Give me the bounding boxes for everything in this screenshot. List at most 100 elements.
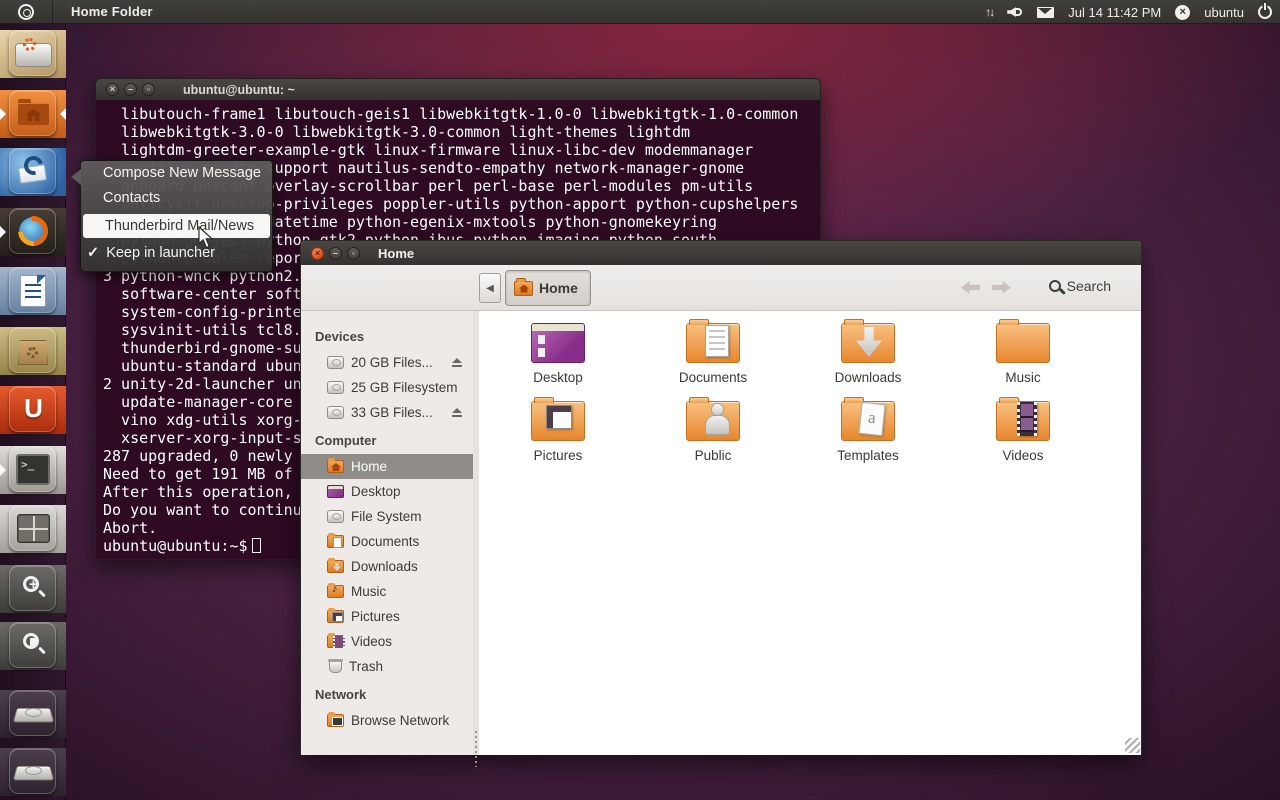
top-panel: Home Folder ↑↓ Jul 14 11:42 PM × ubuntu — [0, 0, 1280, 24]
launcher-item-disk-drive-2[interactable] — [0, 748, 66, 796]
history-nav — [961, 281, 1011, 294]
back-icon[interactable] — [961, 281, 980, 294]
sidebar-place-row[interactable]: Desktop — [301, 479, 473, 504]
disk-icon — [327, 406, 344, 419]
sidebar-place-row[interactable]: File System — [301, 504, 473, 529]
folder-item[interactable]: Music — [958, 319, 1088, 391]
folder-item[interactable]: Public — [648, 397, 778, 469]
menu-item[interactable]: Thunderbird Mail/News — [83, 214, 270, 238]
power-icon[interactable] — [1258, 5, 1272, 19]
app-icon — [9, 208, 56, 254]
menu-item[interactable]: Compose New Message — [81, 161, 272, 186]
app-icon — [9, 505, 56, 551]
sidebar-place-row[interactable]: Home — [301, 454, 473, 479]
folder-item-label: Pictures — [493, 448, 623, 463]
sidebar-place-row[interactable]: Music — [301, 579, 473, 604]
clock-indicator[interactable]: Jul 14 11:42 PM — [1068, 5, 1161, 20]
folder-item[interactable]: Downloads — [803, 319, 933, 391]
minimize-icon[interactable]: – — [124, 83, 137, 96]
launcher-item-workspace-switcher[interactable] — [0, 505, 66, 553]
launcher-item-terminal[interactable]: >_ — [0, 446, 66, 494]
sidebar-network-row[interactable]: Browse Network — [301, 708, 473, 733]
window-title: Home — [378, 246, 414, 261]
forward-icon[interactable] — [992, 281, 1011, 294]
sidebar-place-row[interactable]: Videos — [301, 629, 473, 654]
terminal-titlebar[interactable]: × – ▫ ubuntu@ubuntu: ~ — [95, 78, 821, 100]
maximize-icon[interactable]: ▫ — [142, 83, 155, 96]
folder-icon — [514, 281, 533, 296]
collapse-pane-icon[interactable]: ◀ — [479, 273, 501, 303]
file-manager-window: × – ▫ Home ◀ Home Search Devices — [300, 240, 1142, 755]
place-icon — [327, 585, 344, 598]
app-icon — [9, 622, 56, 668]
resize-grip[interactable] — [1125, 738, 1140, 753]
sidebar-place-row[interactable]: Pictures — [301, 604, 473, 629]
place-icon — [327, 535, 344, 548]
folder-item-label: Downloads — [803, 370, 933, 385]
folder-item-icon — [840, 319, 896, 365]
search-label: Search — [1067, 278, 1111, 294]
places-sidebar: Devices 20 GB Files... 25 GB Filesystem … — [301, 311, 473, 755]
app-icon — [9, 690, 56, 736]
sidebar-device-row[interactable]: 33 GB Files... — [301, 400, 473, 425]
close-icon[interactable]: × — [106, 83, 119, 96]
terminal-line: libutouch-frame1 libutouch-geis1 libwebk… — [103, 105, 820, 123]
folder-item-label: Desktop — [493, 370, 623, 385]
folder-item[interactable]: Templates — [803, 397, 933, 469]
app-icon: >_ — [9, 446, 56, 492]
launcher-item-firefox[interactable] — [0, 208, 66, 256]
sidebar-place-row[interactable]: Documents — [301, 529, 473, 554]
folder-item-label: Documents — [648, 370, 778, 385]
devices-header: Devices — [301, 321, 473, 350]
eject-icon[interactable] — [451, 408, 463, 418]
launcher-item-home-folder[interactable] — [0, 90, 66, 138]
sidebar-device-row[interactable]: 20 GB Files... — [301, 350, 473, 375]
breadcrumb[interactable]: Home — [505, 270, 591, 306]
folder-item[interactable]: Documents — [648, 319, 778, 391]
network-icon[interactable]: ↑↓ — [985, 5, 993, 19]
file-manager-titlebar[interactable]: × – ▫ Home — [301, 241, 1141, 265]
sidebar-place-row[interactable]: Downloads — [301, 554, 473, 579]
launcher-item-ubuntu-one[interactable]: U — [0, 386, 66, 434]
launcher-item-install-ubuntu[interactable] — [0, 30, 66, 78]
mail-icon[interactable] — [1037, 7, 1054, 18]
desktop: Home Folder ↑↓ Jul 14 11:42 PM × ubuntu — [0, 0, 1280, 800]
close-icon[interactable]: × — [311, 247, 324, 260]
launcher-item-zoom-lens[interactable] — [0, 565, 66, 613]
ubuntu-logo-icon[interactable] — [18, 4, 34, 20]
folder-item[interactable]: Desktop — [493, 319, 623, 391]
place-icon — [327, 485, 344, 498]
minimize-icon[interactable]: – — [329, 247, 342, 260]
disk-icon — [327, 356, 344, 369]
folder-item-label: Videos — [958, 448, 1088, 463]
volume-icon[interactable] — [1007, 6, 1023, 18]
menu-item[interactable]: Contacts — [81, 186, 272, 211]
menu-item[interactable]: Keep in launcher — [81, 241, 272, 266]
sidebar-place-row[interactable]: Trash — [301, 654, 473, 679]
sidebar-device-row[interactable]: 25 GB Filesystem — [301, 375, 473, 400]
folder-item[interactable]: Pictures — [493, 397, 623, 469]
launcher-item-files-lens[interactable] — [0, 622, 66, 670]
folder-contents[interactable]: Desktop Documents Downloads — [479, 311, 1141, 755]
folder-item-icon — [840, 397, 896, 443]
toolbar: ◀ Home Search — [301, 265, 1141, 311]
search-button[interactable]: Search — [1049, 278, 1111, 294]
folder-item[interactable]: Videos — [958, 397, 1088, 469]
folder-item-icon — [685, 319, 741, 365]
place-icon — [329, 660, 342, 673]
eject-icon[interactable] — [451, 358, 463, 368]
mouse-cursor — [198, 226, 215, 250]
launcher-item-thunderbird[interactable] — [0, 148, 66, 196]
session-menu[interactable]: ubuntu — [1204, 5, 1244, 20]
pane-handle-icon — [475, 731, 477, 767]
maximize-icon[interactable]: ▫ — [347, 247, 360, 260]
user-switcher-icon[interactable]: × — [1175, 5, 1190, 20]
app-icon — [9, 148, 56, 194]
launcher-item-libreoffice-writer[interactable] — [0, 267, 66, 315]
breadcrumb-label: Home — [539, 280, 578, 296]
folder-item-icon — [530, 397, 586, 443]
folder-item-icon — [530, 319, 586, 365]
place-icon — [327, 635, 344, 648]
launcher-item-software-center[interactable] — [0, 327, 66, 375]
launcher-item-disk-drive-1[interactable] — [0, 690, 66, 738]
